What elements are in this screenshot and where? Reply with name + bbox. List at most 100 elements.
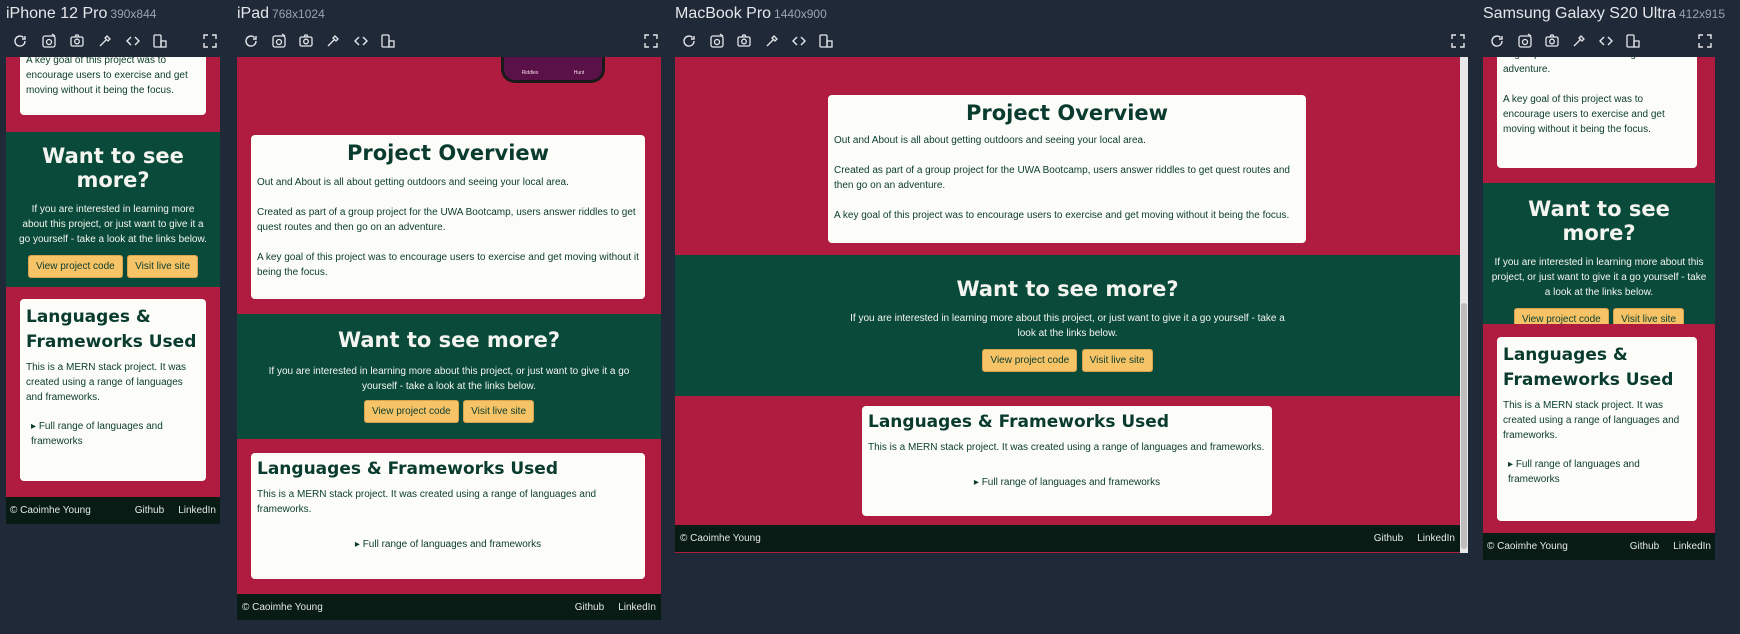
overview-card: to get quest routes and then go on an ad…	[1497, 57, 1697, 168]
lang-details[interactable]: ▸ Full range of languages and frameworks	[868, 475, 1266, 490]
overview-text-2: Created as part of a group project for t…	[834, 165, 1290, 191]
rotate-icon[interactable]	[818, 33, 834, 49]
overview-text-1: Out and About is all about getting outdo…	[834, 135, 1146, 146]
lang-details[interactable]: ▸ Full range of languages and frameworks	[257, 537, 639, 552]
phone-nav-label: Hunt	[573, 70, 585, 76]
refresh-icon[interactable]	[681, 33, 697, 49]
fullscreen-icon[interactable]	[1697, 33, 1713, 49]
lang-title: Languages & Frameworks Used	[868, 412, 1169, 432]
device-title: Samsung Galaxy S20 Ultra 412x915	[1483, 5, 1725, 23]
device-dims: 412x915	[1678, 7, 1726, 21]
lang-section: Languages & Frameworks Used This is a ME…	[675, 396, 1460, 525]
device-viewport: to get quest routes and then go on an ad…	[1483, 57, 1715, 560]
overview-text-2: Created as part of a group project for t…	[257, 207, 636, 233]
code-icon[interactable]	[791, 33, 807, 49]
rotate-icon[interactable]	[152, 33, 168, 49]
device-viewport: Riddles Hunt Project Overview Out and Abo…	[237, 57, 661, 620]
camera-icon[interactable]	[1544, 33, 1560, 49]
overview-card: A key goal of this project was to encour…	[20, 57, 206, 115]
device-name: Samsung Galaxy S20 Ultra	[1483, 5, 1676, 22]
lang-title: Languages & Frameworks Used	[26, 307, 197, 352]
overview-text-3: A key goal of this project was to encour…	[834, 210, 1290, 221]
lang-details[interactable]: ▸ Full range of languages and frameworks	[26, 419, 200, 449]
device-dims: 1440x900	[774, 7, 827, 21]
lang-details[interactable]: ▸ Full range of languages and frameworks	[1503, 457, 1691, 487]
rotate-icon[interactable]	[380, 33, 396, 49]
lang-card: Languages & Frameworks Used This is a ME…	[20, 299, 206, 481]
eyedropper-icon[interactable]	[97, 33, 113, 49]
eyedropper-icon[interactable]	[1571, 33, 1587, 49]
view-code-button[interactable]: View project code	[27, 255, 123, 278]
footer-linkedin-link[interactable]: LinkedIn	[1417, 533, 1455, 544]
footer-copyright: © Caoimhe Young	[242, 601, 323, 613]
camera-icon[interactable]	[736, 33, 752, 49]
footer-github-link[interactable]: Github	[575, 602, 604, 613]
refresh-icon[interactable]	[1489, 33, 1505, 49]
lang-details-label: Full range of languages and frameworks	[31, 421, 163, 447]
scrollbar[interactable]	[1460, 57, 1468, 553]
device-viewport: A key goal of this project was to encour…	[6, 57, 220, 524]
rotate-icon[interactable]	[1625, 33, 1641, 49]
overview-card: Project Overview Out and About is all ab…	[828, 95, 1306, 243]
device-name: MacBook Pro	[675, 5, 772, 22]
more-text: If you are interested in learning more a…	[850, 313, 1285, 339]
more-section: Want to see more? If you are interested …	[1483, 183, 1715, 331]
more-text: If you are interested in learning more a…	[19, 204, 207, 245]
lang-section: Languages & Frameworks Used This is a ME…	[6, 287, 220, 497]
more-section: Want to see more? If you are interested …	[675, 255, 1460, 396]
overview-card: Project Overview Out and About is all ab…	[251, 135, 645, 299]
visit-live-button[interactable]: Visit live site	[127, 255, 199, 278]
visit-live-button[interactable]: Visit live site	[463, 400, 535, 423]
footer-github-link[interactable]: Github	[135, 505, 164, 516]
refresh-icon[interactable]	[243, 33, 259, 49]
lang-card: Languages & Frameworks Used This is a ME…	[1497, 337, 1697, 521]
code-icon[interactable]	[1598, 33, 1614, 49]
more-title: Want to see more?	[1528, 197, 1670, 245]
visit-live-button[interactable]: Visit live site	[1081, 349, 1153, 372]
device-name: iPhone 12 Pro	[6, 5, 108, 22]
fullscreen-icon[interactable]	[1450, 33, 1466, 49]
phone-mockup-image: Riddles Hunt	[501, 57, 605, 83]
site-footer: © Caoimhe Young Github LinkedIn	[237, 594, 661, 620]
screenshot-icon[interactable]	[41, 33, 57, 49]
lang-details-label: Full range of languages and frameworks	[1508, 459, 1640, 485]
code-icon[interactable]	[353, 33, 369, 49]
fullscreen-icon[interactable]	[643, 33, 659, 49]
camera-icon[interactable]	[298, 33, 314, 49]
code-icon[interactable]	[125, 33, 141, 49]
device-toolbar	[6, 30, 220, 54]
eyedropper-icon[interactable]	[764, 33, 780, 49]
view-code-button[interactable]: View project code	[363, 400, 459, 423]
footer-linkedin-link[interactable]: LinkedIn	[178, 505, 216, 516]
overview-section: to get quest routes and then go on an ad…	[1483, 57, 1715, 183]
scrollbar-thumb[interactable]	[1461, 303, 1467, 549]
lang-details-label: Full range of languages and frameworks	[981, 477, 1161, 488]
device-title: iPhone 12 Pro 390x844	[6, 5, 156, 23]
camera-icon[interactable]	[69, 33, 85, 49]
screenshot-icon[interactable]	[271, 33, 287, 49]
device-viewport: Project Overview Out and About is all ab…	[675, 57, 1468, 553]
footer-github-link[interactable]: Github	[1630, 541, 1659, 552]
lang-title: Languages & Frameworks Used	[257, 459, 558, 479]
screenshot-icon[interactable]	[1517, 33, 1533, 49]
overview-title: Project Overview	[965, 101, 1169, 125]
footer-github-link[interactable]: Github	[1374, 533, 1403, 544]
fullscreen-icon[interactable]	[202, 33, 218, 49]
lang-text: This is a MERN stack project. It was cre…	[26, 362, 187, 403]
refresh-icon[interactable]	[12, 33, 28, 49]
lang-section: Languages & Frameworks Used This is a ME…	[1483, 324, 1715, 533]
eyedropper-icon[interactable]	[325, 33, 341, 49]
lang-details-label: Full range of languages and frameworks	[362, 539, 542, 550]
footer-linkedin-link[interactable]: LinkedIn	[618, 602, 656, 613]
screenshot-icon[interactable]	[709, 33, 725, 49]
device-toolbar	[1483, 30, 1715, 54]
overview-section: A key goal of this project was to encour…	[6, 57, 220, 132]
footer-linkedin-link[interactable]: LinkedIn	[1673, 541, 1711, 552]
view-code-button[interactable]: View project code	[982, 349, 1078, 372]
more-title: Want to see more?	[42, 144, 184, 192]
overview-text-1: Out and About is all about getting outdo…	[257, 177, 569, 188]
lang-text: This is a MERN stack project. It was cre…	[868, 442, 1265, 453]
overview-section: Project Overview Out and About is all ab…	[675, 57, 1460, 255]
overview-text-3: A key goal of this project was to encour…	[257, 252, 639, 278]
site-footer: © Caoimhe Young Github LinkedIn	[1483, 533, 1715, 560]
